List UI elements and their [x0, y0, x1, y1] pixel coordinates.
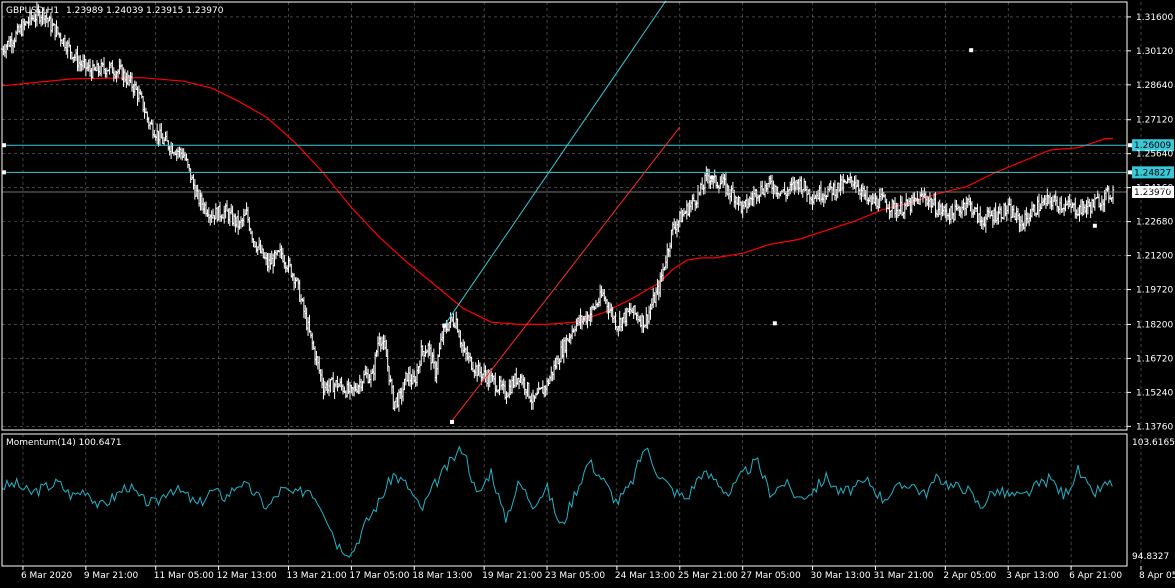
price-tick-label: 1.13760: [1136, 422, 1173, 432]
time-tick-label: 11 Mar 05:00: [154, 571, 214, 581]
horizontal-line-handle[interactable]: [2, 170, 6, 175]
trendline-anchor-lower[interactable]: [450, 419, 454, 424]
time-tick-label: 6 Apr 21:00: [1069, 571, 1122, 581]
price-tick-label: 1.18200: [1136, 320, 1173, 330]
price-tick-label: 1.22680: [1136, 218, 1173, 228]
horizontal-line-handle[interactable]: [2, 143, 6, 148]
trendline-anchor-upper[interactable]: [969, 48, 974, 53]
time-tick-label: 27 Mar 05:00: [741, 571, 801, 581]
time-tick-label: 30 Mar 13:00: [811, 571, 871, 581]
time-tick-label: 23 Mar 05:00: [545, 571, 605, 581]
time-tick-label: 17 Mar 05:00: [349, 571, 409, 581]
price-tick-label: 1.19720: [1136, 286, 1173, 296]
time-tick-label: 18 Mar 13:00: [412, 571, 472, 581]
horizontal-line-handle[interactable]: [1128, 143, 1132, 148]
symbol-title: GBPUSD,H1: [6, 6, 59, 16]
price-tick-label: 1.27120: [1136, 116, 1173, 126]
time-tick-label: 19 Mar 21:00: [482, 571, 542, 581]
time-tick-label: 31 Mar 21:00: [873, 571, 933, 581]
price-tick-label: 1.15240: [1136, 388, 1173, 398]
time-tick-label: 25 Mar 21:00: [678, 571, 738, 581]
price-tick-label: 1.25640: [1136, 150, 1173, 160]
chart-background: [0, 0, 1175, 584]
price-tick-label: 1.16720: [1136, 354, 1173, 364]
trendline-anchor-upper[interactable]: [709, 175, 714, 180]
time-tick-label: 6 Mar 2020: [21, 571, 73, 581]
trendline-anchor-upper[interactable]: [442, 323, 447, 328]
time-tick-label: 9 Mar 21:00: [84, 571, 139, 581]
price-tick-label: 1.24160: [1136, 184, 1173, 194]
trendline-anchor-lower[interactable]: [1092, 223, 1097, 228]
price-tick-label: 1.28640: [1136, 81, 1173, 91]
momentum-tick-label: 103.6165: [1132, 438, 1175, 448]
trendline-anchor-lower[interactable]: [772, 321, 777, 326]
time-tick-label: 3 Apr 13:00: [1006, 571, 1059, 581]
time-tick-label: 8 Apr 05:00: [1139, 571, 1175, 581]
price-tick-label: 1.30120: [1136, 47, 1173, 57]
time-tick-label: 13 Mar 21:00: [286, 571, 346, 581]
time-tick-label: 2 Apr 05:00: [943, 571, 996, 581]
time-tick-label: 12 Mar 13:00: [217, 571, 277, 581]
chart-window[interactable]: 1.26009 1.24827 1.23970 GBPUSD,H1 1.23989 …: [0, 0, 1175, 584]
price-tick-label: 1.31600: [1136, 13, 1173, 23]
horizontal-line-price-label: 1.24827: [1134, 168, 1171, 178]
price-tick-label: 1.21200: [1136, 252, 1173, 262]
horizontal-line-handle[interactable]: [1128, 170, 1132, 175]
momentum-title: Momentum(14) 100.6471: [6, 438, 122, 448]
time-tick-label: 24 Mar 13:00: [615, 571, 675, 581]
momentum-tick-label: 94.8327: [1132, 552, 1169, 562]
ohlc-readout: 1.23989 1.24039 1.23915 1.23970: [66, 6, 224, 16]
